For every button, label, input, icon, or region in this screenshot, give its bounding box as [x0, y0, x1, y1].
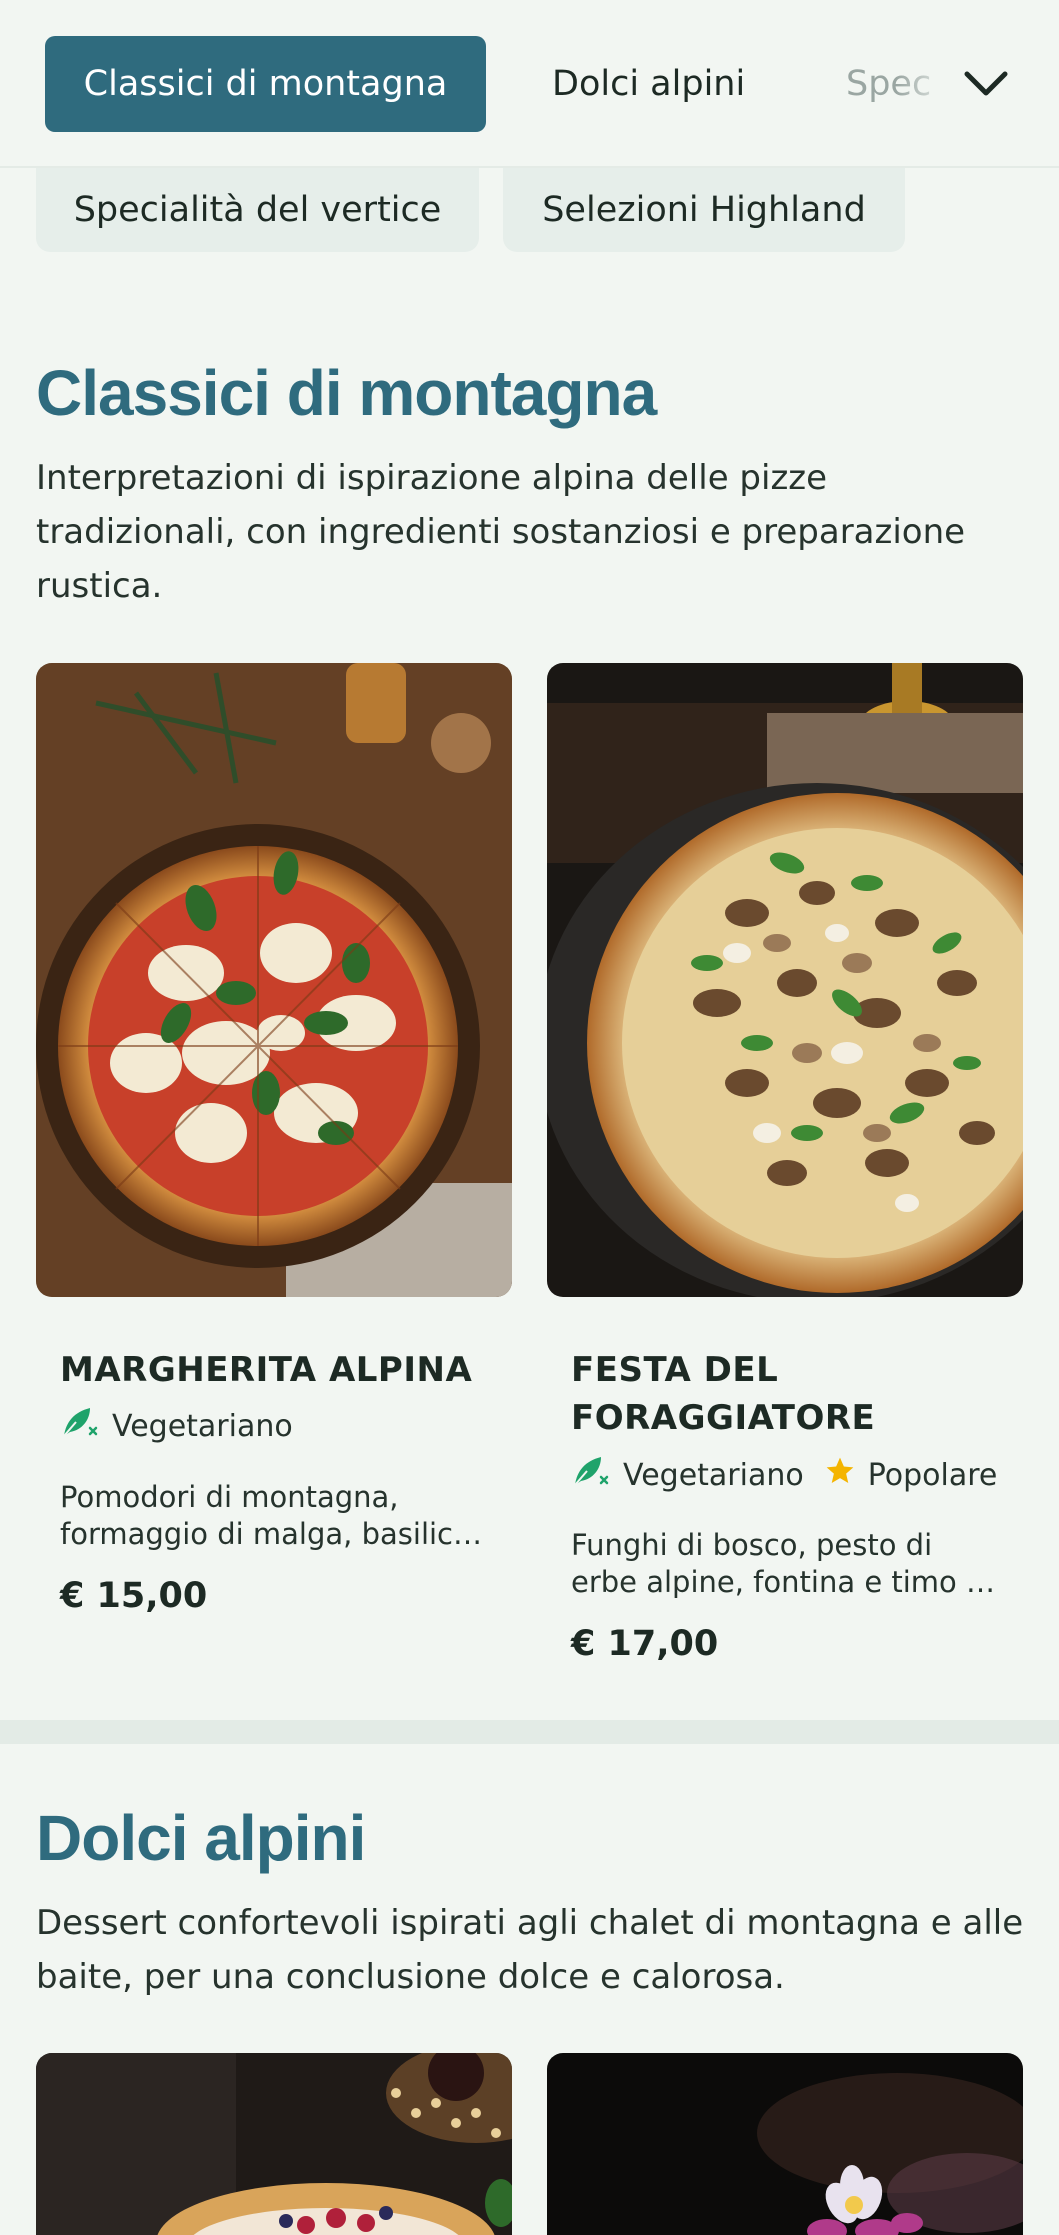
- item-price: € 15,00: [60, 1576, 208, 1616]
- category-nav: Classici di montagna Dolci alpini Spec: [0, 0, 1059, 168]
- tab-specialita-partial[interactable]: Spec: [846, 36, 956, 132]
- tag-label: Vegetariano: [112, 1408, 293, 1444]
- tab-label: Spec: [846, 64, 932, 104]
- tab-label: Specialità del vertice: [73, 190, 442, 230]
- item-description: Pomodori di montagna, formaggio di malga…: [60, 1480, 471, 1551]
- leaf-icon: [571, 1453, 611, 1497]
- leaf-icon: [60, 1404, 100, 1448]
- dessert-berry-tart-photo[interactable]: [36, 2053, 512, 2235]
- item-tags: Vegetariano: [60, 1406, 303, 1446]
- dessert-flowers-photo[interactable]: [547, 2053, 1023, 2235]
- item-tags: Vegetariano Popolare: [571, 1455, 1007, 1495]
- tab-label: Dolci alpini: [552, 64, 746, 104]
- section-title: Dolci alpini: [36, 1802, 366, 1874]
- tab-classici-di-montagna[interactable]: Classici di montagna: [45, 36, 486, 132]
- section-divider: [0, 1720, 1059, 1744]
- item-description: Funghi di bosco, pesto di erbe alpine, f…: [571, 1528, 993, 1599]
- tag-vegetariano: Vegetariano: [571, 1453, 804, 1497]
- tag-popolare: Popolare: [824, 1455, 998, 1495]
- tab-dolci-alpini[interactable]: Dolci alpini: [552, 36, 745, 132]
- tab-specialita-del-vertice[interactable]: Specialità del vertice: [36, 168, 479, 252]
- section-description: Interpretazioni di ispirazione alpina de…: [36, 458, 966, 606]
- pizza-mushroom-photo[interactable]: [547, 663, 1023, 1297]
- section-description: Dessert confortevoli ispirati agli chale…: [36, 1903, 1024, 1997]
- section-title: Classici di montagna: [36, 357, 657, 429]
- chevron-down-icon[interactable]: [956, 56, 1016, 112]
- tab-label: Selezioni Highland: [542, 190, 866, 230]
- tag-vegetariano: Vegetariano: [60, 1404, 293, 1448]
- tab-selezioni-highland[interactable]: Selezioni Highland: [503, 168, 905, 252]
- item-price: € 17,00: [571, 1624, 719, 1664]
- item-name: MARGHERITA ALPINA: [60, 1350, 473, 1390]
- star-icon: [824, 1455, 856, 1495]
- tag-label: Popolare: [867, 1457, 998, 1493]
- pizza-margherita-photo[interactable]: [36, 663, 512, 1297]
- tag-label: Vegetariano: [623, 1457, 804, 1493]
- tab-label: Classici di montagna: [83, 64, 448, 104]
- item-name: FESTA DEL FORAGGIATORE: [571, 1350, 876, 1438]
